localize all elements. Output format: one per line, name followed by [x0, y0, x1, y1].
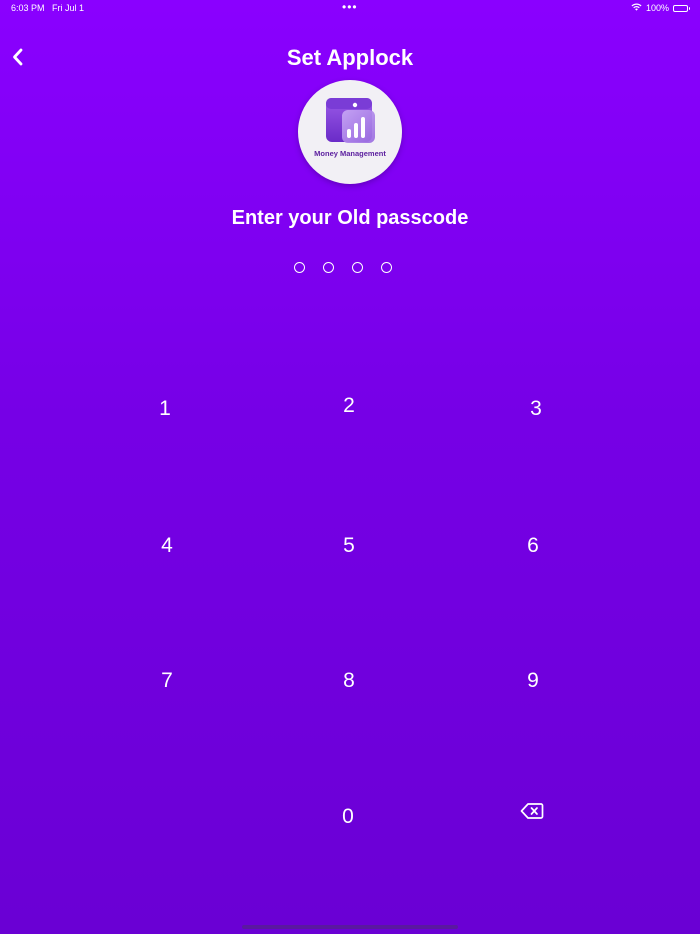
status-right: 100%	[631, 3, 690, 13]
key-5[interactable]: 5	[319, 521, 379, 571]
passcode-dots	[294, 262, 392, 273]
app-logo: Money Management	[298, 80, 402, 184]
passcode-dot	[381, 262, 392, 273]
key-4[interactable]: 4	[137, 521, 197, 571]
key-1[interactable]: 1	[135, 384, 195, 434]
multitasking-dots[interactable]: •••	[342, 1, 358, 13]
key-2[interactable]: 2	[319, 381, 379, 431]
battery-icon	[673, 4, 690, 12]
key-8[interactable]: 8	[319, 656, 379, 706]
wifi-icon	[631, 3, 642, 13]
battery-percent: 100%	[645, 3, 669, 13]
delete-button[interactable]	[502, 789, 562, 839]
key-6[interactable]: 6	[503, 521, 563, 571]
home-indicator[interactable]	[242, 925, 458, 929]
passcode-dot	[352, 262, 363, 273]
key-9[interactable]: 9	[503, 656, 563, 706]
status-bar: 6:03 PM Fri Jul 1 ••• 100%	[0, 0, 700, 18]
backspace-icon	[520, 802, 544, 826]
status-time: 6:03 PM	[11, 3, 45, 13]
page-title: Set Applock	[286, 45, 414, 70]
logo-text: Money Management	[314, 149, 386, 158]
status-date: Fri Jul 1	[52, 3, 85, 13]
passcode-dot	[323, 262, 334, 273]
passcode-dot	[294, 262, 305, 273]
passcode-prompt: Enter your Old passcode	[231, 207, 469, 229]
key-3[interactable]: 3	[506, 384, 566, 434]
key-7[interactable]: 7	[137, 656, 197, 706]
key-0[interactable]: 0	[318, 792, 378, 842]
